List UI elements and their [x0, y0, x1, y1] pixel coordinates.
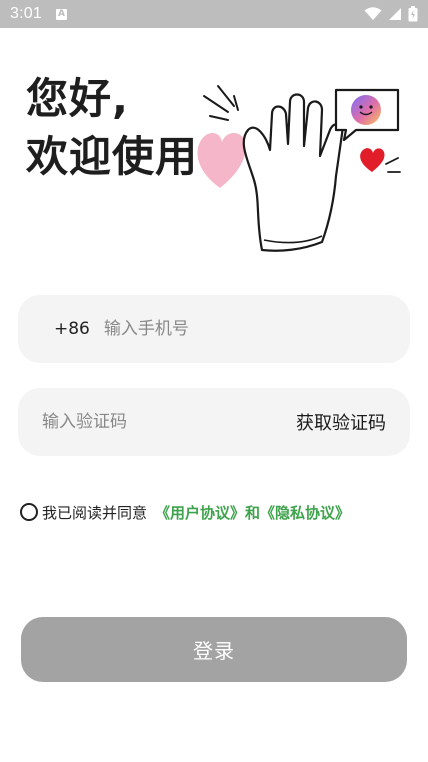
- notification-icon: A: [55, 8, 67, 20]
- country-code[interactable]: +86: [54, 319, 90, 339]
- agreement-row: 我已阅读并同意 《用户协议》 和 《隐私协议》: [20, 500, 350, 524]
- small-heart-icon: [360, 148, 385, 172]
- agreement-text: 我已阅读并同意: [42, 503, 148, 522]
- verification-code-field[interactable]: 获取验证码: [18, 388, 410, 456]
- greeting-line-1: 您好,: [26, 74, 129, 123]
- phone-input[interactable]: [103, 319, 374, 339]
- signal-icon: [389, 8, 401, 20]
- battery-icon: [408, 6, 418, 22]
- status-icons: [364, 6, 418, 22]
- heart-icon: [197, 133, 246, 188]
- hero-illustration: [197, 85, 401, 252]
- agreement-and: 和: [245, 503, 261, 522]
- motion-lines-icon: [203, 85, 239, 121]
- get-code-button[interactable]: 获取验证码: [296, 409, 386, 435]
- status-time: 3:01: [10, 5, 42, 22]
- smiley-icon: [351, 95, 381, 125]
- user-agreement-link[interactable]: 《用户协议》: [155, 502, 245, 523]
- waving-hand-icon: [242, 93, 344, 252]
- agreement-checkbox[interactable]: [20, 503, 38, 521]
- wifi-icon: [364, 7, 382, 20]
- verification-code-input[interactable]: [42, 412, 296, 432]
- phone-field[interactable]: +86: [18, 295, 410, 363]
- greeting: 您好, 欢迎使用: [26, 70, 198, 186]
- login-button[interactable]: 登录: [21, 617, 407, 682]
- greeting-line-2: 欢迎使用: [26, 132, 199, 181]
- status-bar: 3:01 A: [0, 0, 428, 28]
- privacy-policy-link[interactable]: 《隐私协议》: [260, 502, 350, 523]
